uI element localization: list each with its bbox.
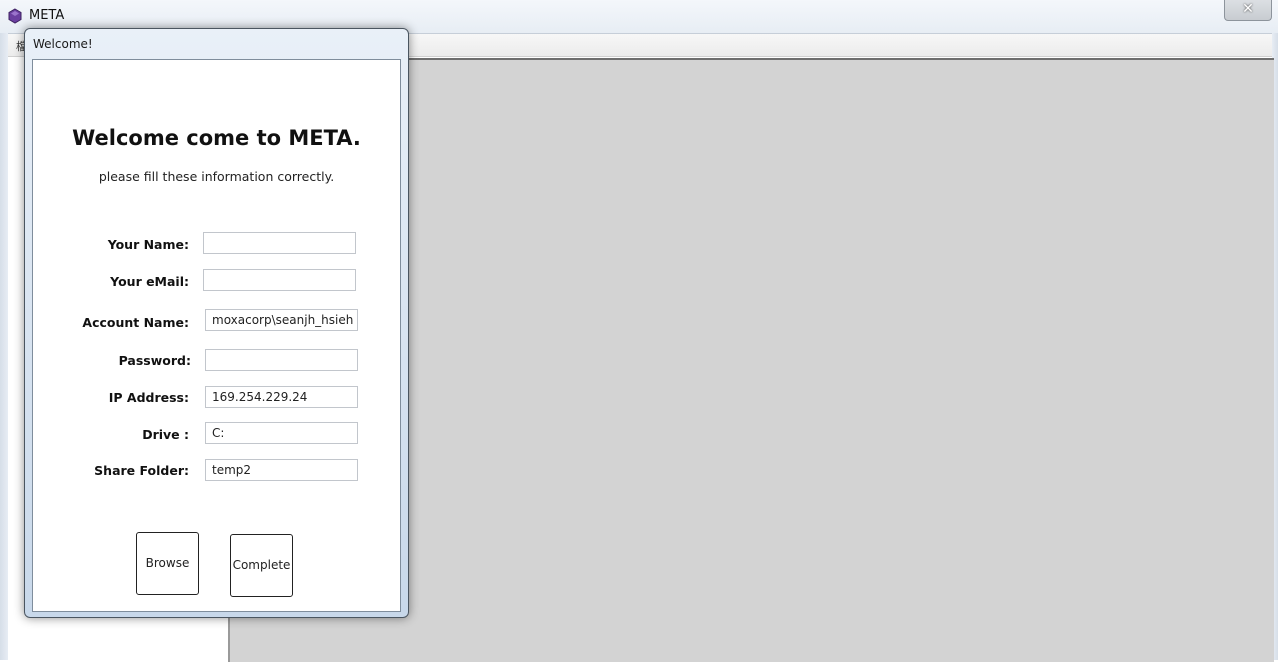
- window-title: META: [29, 8, 65, 23]
- password-label: Password:: [118, 353, 191, 368]
- dialog-title: Welcome!: [33, 37, 93, 51]
- window-close-button[interactable]: ✕: [1224, 0, 1272, 21]
- drive-field[interactable]: C:: [205, 422, 358, 444]
- ip-address-field[interactable]: 169.254.229.24: [205, 386, 358, 408]
- app-hexagon-icon: [8, 8, 22, 24]
- share-folder-label: Share Folder:: [94, 463, 189, 478]
- welcome-dialog: Welcome! Welcome come to META. please fi…: [24, 28, 409, 618]
- complete-button[interactable]: Complete: [230, 534, 293, 597]
- dialog-body: Welcome come to META. please fill these …: [32, 59, 401, 612]
- close-icon: ✕: [1242, 1, 1254, 17]
- account-name-field[interactable]: moxacorp\seanjh_hsieh: [205, 309, 358, 331]
- window-left-border: [0, 33, 8, 660]
- welcome-heading: Welcome come to META.: [72, 126, 361, 150]
- ip-address-label: IP Address:: [108, 390, 189, 405]
- drive-label: Drive :: [142, 427, 189, 442]
- name-label: Your Name:: [107, 237, 189, 252]
- password-field[interactable]: [205, 349, 358, 371]
- account-name-label: Account Name:: [82, 315, 189, 330]
- share-folder-field[interactable]: temp2: [205, 459, 358, 481]
- browse-button[interactable]: Browse: [136, 532, 199, 595]
- email-field[interactable]: [203, 269, 356, 291]
- welcome-subheading: please fill these information correctly.: [98, 169, 335, 184]
- name-field[interactable]: [203, 232, 356, 254]
- email-label: Your eMail:: [110, 274, 189, 289]
